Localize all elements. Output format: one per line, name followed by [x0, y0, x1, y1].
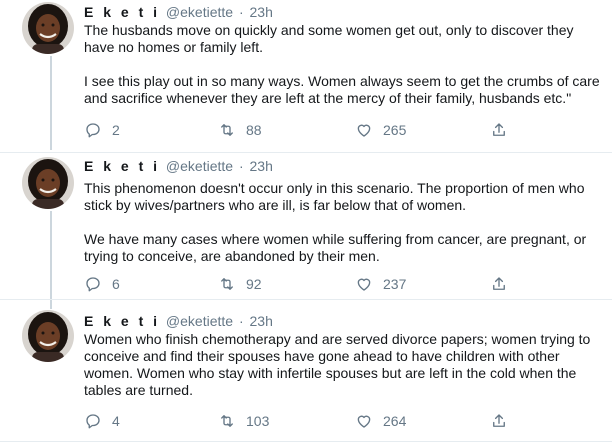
- replies-count: 2: [112, 122, 120, 138]
- reply-button[interactable]: 2: [84, 121, 120, 139]
- tweet-header: E k e t i @eketiette · 23h: [84, 313, 273, 329]
- retweet-icon[interactable]: [218, 275, 236, 293]
- display-name[interactable]: E k e t i: [84, 158, 160, 174]
- tweet-text: This phenomenon doesn't occur only in th…: [84, 180, 604, 265]
- reply-icon[interactable]: [84, 121, 102, 139]
- tweet-paragraph: This phenomenon doesn't occur only in th…: [84, 180, 585, 213]
- likes-count: 265: [383, 122, 407, 138]
- reply-button[interactable]: 4: [84, 412, 120, 430]
- heart-icon[interactable]: [355, 121, 373, 139]
- timestamp[interactable]: 23h: [250, 4, 273, 20]
- likes-count: 264: [383, 413, 407, 429]
- retweet-icon[interactable]: [218, 121, 236, 139]
- tweet-actions: 2 88 265: [84, 121, 524, 141]
- user-handle[interactable]: @eketiette: [166, 158, 233, 174]
- tweet-header: E k e t i @eketiette · 23h: [84, 4, 273, 20]
- display-name[interactable]: E k e t i: [84, 4, 160, 20]
- user-handle[interactable]: @eketiette: [166, 4, 233, 20]
- tweet-paragraph: Women who finish chemotherapy and are se…: [84, 331, 591, 398]
- like-button[interactable]: 265: [355, 121, 406, 139]
- heart-icon[interactable]: [355, 412, 373, 430]
- tweet-paragraph: I see this play out in so many ways. Wom…: [84, 73, 600, 106]
- display-name[interactable]: E k e t i: [84, 313, 160, 329]
- tweet-actions: 6 92 237: [84, 275, 524, 295]
- share-button[interactable]: [490, 121, 508, 139]
- replies-count: 6: [112, 276, 120, 292]
- replies-count: 4: [112, 413, 120, 429]
- tweet-actions: 4 103 264: [84, 412, 524, 432]
- like-button[interactable]: 264: [355, 412, 406, 430]
- likes-count: 237: [383, 276, 407, 292]
- tweet-paragraph: We have many cases where women while suf…: [84, 231, 587, 264]
- share-button[interactable]: [490, 275, 508, 293]
- retweets-count: 103: [246, 413, 270, 429]
- retweet-button[interactable]: 103: [218, 412, 269, 430]
- like-button[interactable]: 237: [355, 275, 406, 293]
- share-icon[interactable]: [490, 121, 508, 139]
- avatar[interactable]: [22, 2, 74, 54]
- tweet-text: Women who finish chemotherapy and are se…: [84, 331, 604, 399]
- heart-icon[interactable]: [355, 275, 373, 293]
- share-icon[interactable]: [490, 412, 508, 430]
- share-icon[interactable]: [490, 275, 508, 293]
- user-handle[interactable]: @eketiette: [166, 313, 233, 329]
- separator-dot: ·: [238, 313, 244, 329]
- reply-icon[interactable]: [84, 275, 102, 293]
- tweet-paragraph: The husbands move on quickly and some wo…: [84, 22, 574, 55]
- retweet-button[interactable]: 92: [218, 275, 262, 293]
- separator-dot: ·: [238, 158, 244, 174]
- separator-dot: ·: [238, 4, 244, 20]
- retweets-count: 88: [246, 122, 262, 138]
- timestamp[interactable]: 23h: [250, 313, 273, 329]
- tweet-text: The husbands move on quickly and some wo…: [84, 22, 604, 107]
- timestamp[interactable]: 23h: [250, 158, 273, 174]
- retweet-icon[interactable]: [218, 412, 236, 430]
- retweets-count: 92: [246, 276, 262, 292]
- reply-icon[interactable]: [84, 412, 102, 430]
- avatar[interactable]: [22, 157, 74, 209]
- share-button[interactable]: [490, 412, 508, 430]
- retweet-button[interactable]: 88: [218, 121, 262, 139]
- reply-button[interactable]: 6: [84, 275, 120, 293]
- avatar[interactable]: [22, 310, 74, 362]
- tweet-header: E k e t i @eketiette · 23h: [84, 158, 273, 174]
